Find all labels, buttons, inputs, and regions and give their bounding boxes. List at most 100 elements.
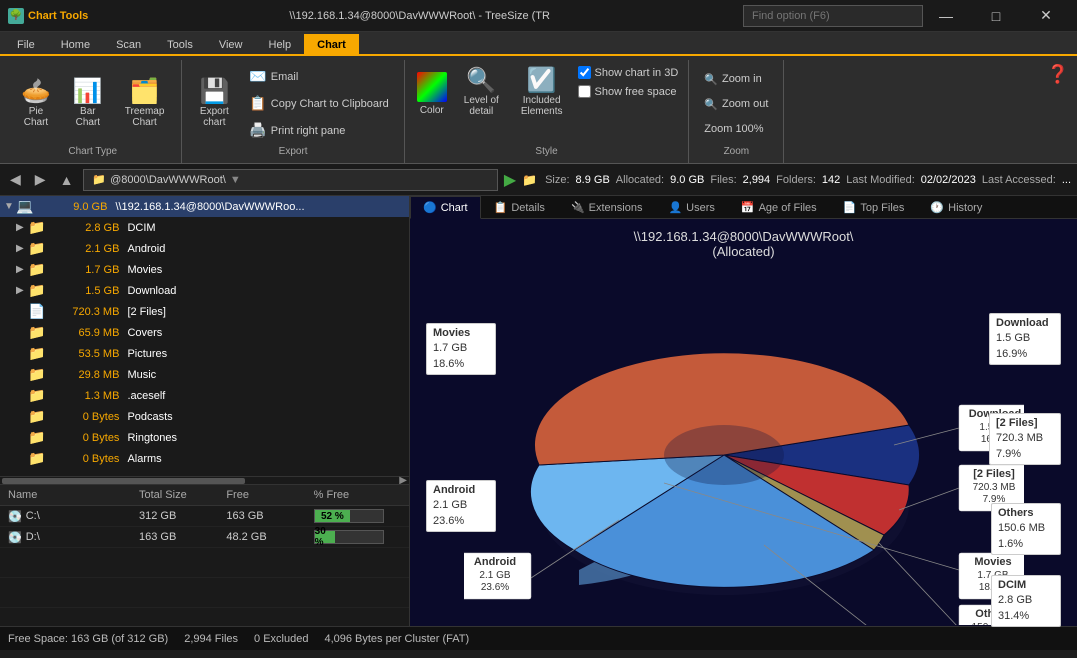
hdd2-icon: 💽 [8, 531, 22, 544]
tab-top-files[interactable]: 📄 Top Files [830, 196, 918, 219]
print-button[interactable]: 🖨️ Print right pane [242, 118, 395, 143]
disk-row-d[interactable]: 💽 D:\ 163 GB 48.2 GB 30 % [0, 527, 409, 548]
help-icon[interactable]: ❓ [1047, 64, 1069, 84]
chart-tab-icon: 🔵 [423, 201, 437, 214]
tab-age-of-files[interactable]: 📅 Age of Files [728, 196, 830, 219]
tree-item-ringtones[interactable]: 📁 0 Bytes Ringtones [0, 427, 409, 448]
show-free-checkbox[interactable]: Show free space [576, 83, 681, 100]
email-button[interactable]: ✉️ Email [242, 64, 395, 89]
tab-view[interactable]: View [206, 34, 256, 56]
tree-item-2files[interactable]: 📄 720.3 MB [2 Files] [0, 301, 409, 322]
close-button[interactable]: ✕ [1023, 0, 1069, 32]
users-tab-icon: 👤 [668, 201, 682, 214]
zoom-out-button[interactable]: 🔍 Zoom out [697, 94, 775, 115]
tab-history[interactable]: 🕐 History [917, 196, 995, 219]
ribbon-label: Chart Tools [28, 10, 88, 22]
music-arrow [16, 369, 28, 380]
left-panel: ▼ 💻 9.0 GB \\192.168.1.34@8000\DavWWWRoo… [0, 196, 410, 626]
tree-item-covers[interactable]: 📁 65.9 MB Covers [0, 322, 409, 343]
movies-arrow[interactable]: ▶ [16, 264, 28, 275]
tree-item-dcim[interactable]: ▶ 📁 2.8 GB DCIM [0, 217, 409, 238]
history-tab-label: History [948, 202, 982, 214]
show-3d-checkbox[interactable]: Show chart in 3D [576, 64, 681, 81]
dcim-icon: 📁 [28, 219, 45, 236]
download-arrow[interactable]: ▶ [16, 285, 28, 296]
path-text: @8000\DavWWWRoot\ [110, 174, 226, 186]
svg-text:Others: Others [975, 608, 1010, 620]
root-arrow[interactable]: ▼ [4, 201, 16, 212]
tab-users[interactable]: 👤 Users [655, 196, 727, 219]
path-input[interactable]: 📁 @8000\DavWWWRoot\ ▼ [83, 169, 497, 191]
tree-item-download[interactable]: ▶ 📁 1.5 GB Download [0, 280, 409, 301]
pie-chart-wrapper[interactable]: Movies 1.7 GB 18.6% Download 1.5 GB 16.9… [420, 265, 1067, 625]
dcim-name: DCIM [127, 222, 155, 234]
covers-name: Covers [127, 327, 162, 339]
tree-item-alarms[interactable]: 📁 0 Bytes Alarms [0, 448, 409, 469]
minimize-button[interactable]: — [923, 0, 969, 32]
ribbon: 🥧 PieChart 📊 BarChart 🗂️ TreemapChart Ch… [0, 56, 1077, 164]
window-title: \\192.168.1.34@8000\DavWWWRoot\ - TreeSi… [96, 10, 743, 22]
dcim-arrow[interactable]: ▶ [16, 222, 28, 233]
ringtones-name: Ringtones [127, 432, 177, 444]
included-elements-button[interactable]: ☑️ IncludedElements [512, 64, 572, 122]
age-tab-label: Age of Files [759, 202, 817, 214]
up-button[interactable]: ▲ [56, 170, 78, 190]
style-group: Color 🔍 Level ofdetail ☑️ IncludedElemen… [405, 60, 689, 163]
copy-chart-button[interactable]: 📋 Copy Chart to Clipboard [242, 91, 395, 116]
tab-extensions[interactable]: 🔌 Extensions [558, 196, 656, 219]
tab-scan[interactable]: Scan [103, 34, 154, 56]
disk-row-c[interactable]: 💽 C:\ 312 GB 163 GB 52 % [0, 506, 409, 527]
tab-home[interactable]: Home [48, 34, 103, 56]
horizontal-scrollbar[interactable]: ▶ [0, 476, 409, 484]
tab-chart[interactable]: Chart [304, 34, 359, 56]
elements-icon: ☑️ [527, 69, 557, 93]
tree-item-aceself[interactable]: 📁 1.3 MB .aceself [0, 385, 409, 406]
bar-chart-button[interactable]: 📊 BarChart [64, 75, 112, 133]
restore-button[interactable]: □ [973, 0, 1019, 32]
color-button[interactable]: Color [413, 64, 451, 124]
zoom-in-button[interactable]: 🔍 Zoom in [697, 69, 775, 90]
tree-item-music[interactable]: 📁 29.8 MB Music [0, 364, 409, 385]
tree-item-android[interactable]: ▶ 📁 2.1 GB Android [0, 238, 409, 259]
col-free-header: Free [226, 489, 313, 501]
svg-text:[2 Files]: [2 Files] [973, 468, 1015, 480]
back-button[interactable]: ◀ [6, 169, 25, 190]
tree-root[interactable]: ▼ 💻 9.0 GB \\192.168.1.34@8000\DavWWWRoo… [0, 196, 409, 217]
tree-item-podcasts[interactable]: 📁 0 Bytes Podcasts [0, 406, 409, 427]
main-layout: ▼ 💻 9.0 GB \\192.168.1.34@8000\DavWWWRoo… [0, 196, 1077, 626]
free-space-status: Free Space: 163 GB (of 312 GB) [8, 633, 168, 645]
tab-file[interactable]: File [4, 34, 48, 56]
download-name: Download [127, 285, 176, 297]
export-label: Export [279, 143, 308, 159]
music-name: Music [127, 369, 156, 381]
pie-chart-icon: 🥧 [21, 80, 51, 104]
covers-icon: 📁 [28, 324, 45, 341]
extensions-tab-label: Extensions [589, 202, 643, 214]
android-arrow[interactable]: ▶ [16, 243, 28, 254]
ringtones-arrow [16, 432, 28, 443]
tree-item-movies[interactable]: ▶ 📁 1.7 GB Movies [0, 259, 409, 280]
ringtones-size: 0 Bytes [49, 432, 119, 444]
files2-name: [2 Files] [127, 306, 166, 318]
tab-chart[interactable]: 🔵 Chart [410, 196, 481, 219]
level-of-detail-button[interactable]: 🔍 Level ofdetail [455, 64, 508, 122]
dcim-size: 2.8 GB [49, 222, 119, 234]
svg-text:Movies: Movies [974, 556, 1011, 568]
bar-chart-icon: 📊 [73, 80, 103, 104]
forward-button[interactable]: ▶ [31, 169, 50, 190]
search-input[interactable] [743, 5, 923, 27]
tree-view[interactable]: ▼ 💻 9.0 GB \\192.168.1.34@8000\DavWWWRoo… [0, 196, 409, 476]
scan-button[interactable]: ▶ [504, 170, 516, 190]
pie-chart-button[interactable]: 🥧 PieChart [12, 75, 60, 133]
tab-help[interactable]: Help [256, 34, 305, 56]
zoom-group: 🔍 Zoom in 🔍 Zoom out Zoom 100% Zoom [689, 60, 784, 163]
tab-tools[interactable]: Tools [154, 34, 206, 56]
tree-item-pictures[interactable]: 📁 53.5 MB Pictures [0, 343, 409, 364]
last-modified-value: 02/02/2023 [921, 174, 976, 186]
alarms-icon: 📁 [28, 450, 45, 467]
tab-details[interactable]: 📋 Details [481, 196, 558, 219]
disk-c-bar: 52 % [315, 510, 350, 522]
ringtones-icon: 📁 [28, 429, 45, 446]
export-chart-button[interactable]: 💾 Exportchart [190, 75, 238, 133]
treemap-chart-button[interactable]: 🗂️ TreemapChart [116, 75, 174, 133]
